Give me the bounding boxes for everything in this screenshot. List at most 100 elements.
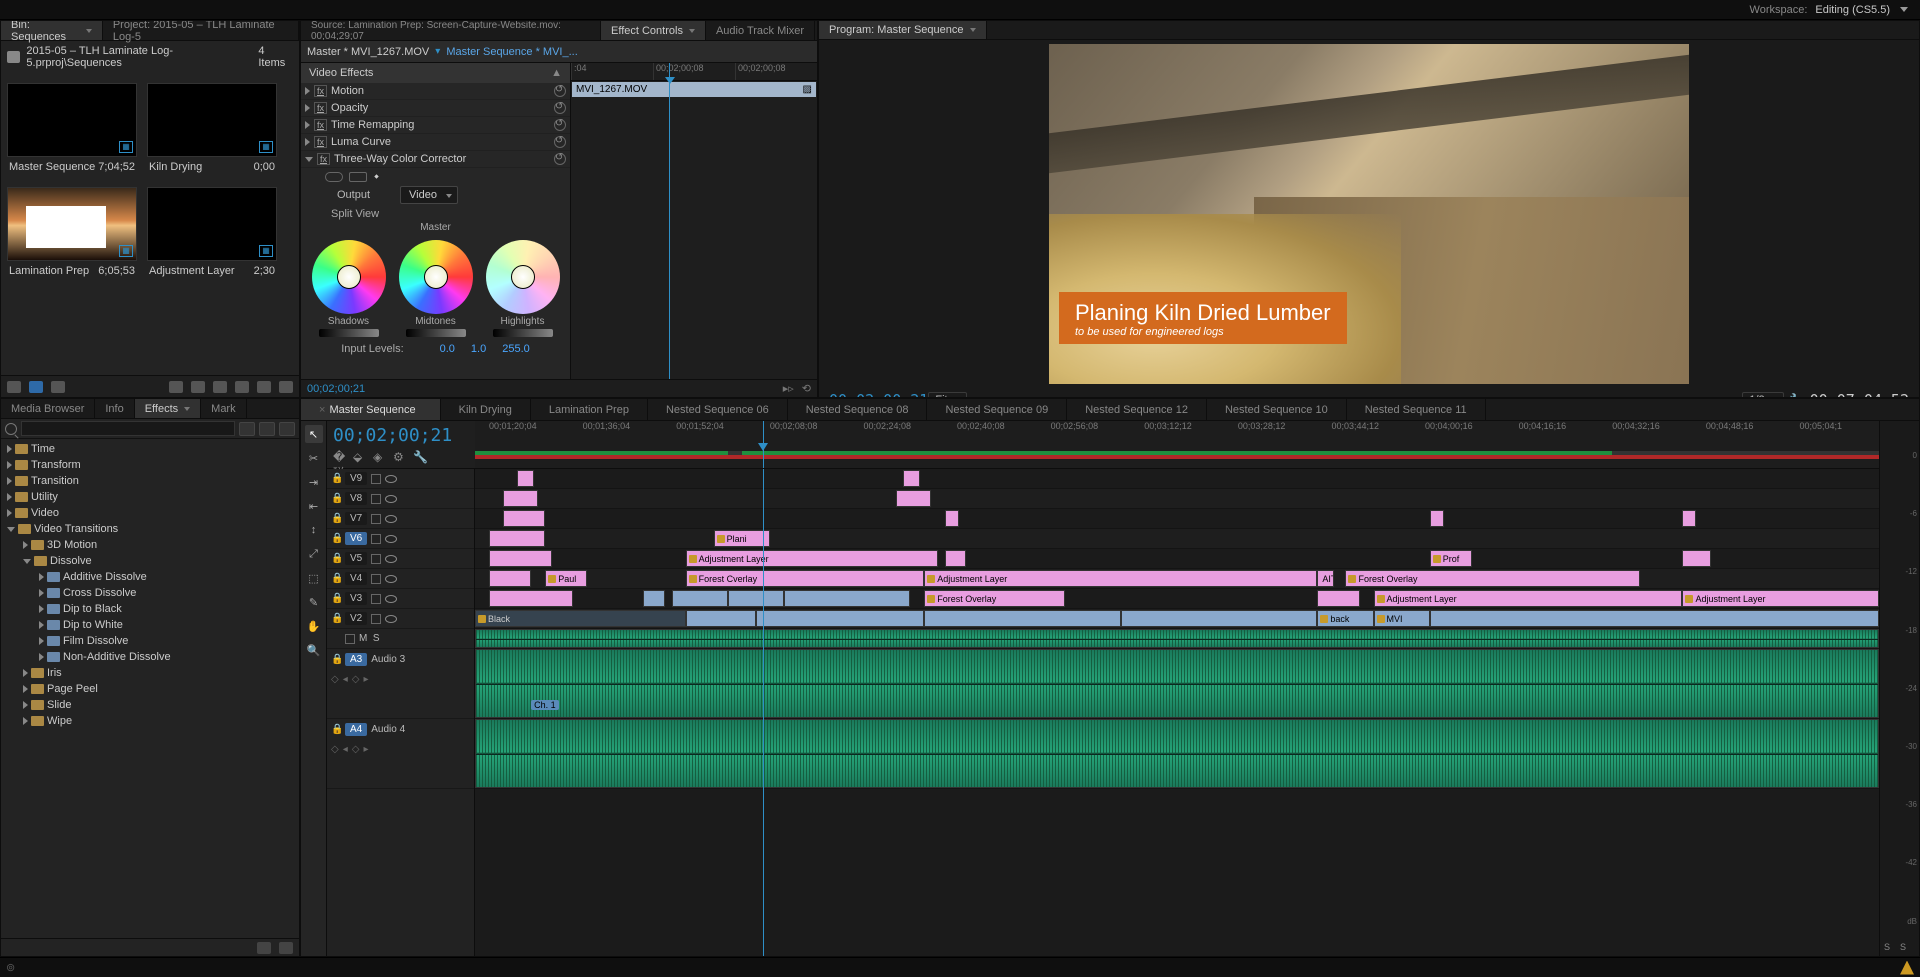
bin-name[interactable]: Adjustment Layer [149,265,235,277]
expand-icon[interactable] [7,527,15,532]
workspace-value[interactable]: Editing (CS5.5) [1815,4,1890,16]
expand-icon[interactable] [7,509,12,517]
timeline-clip[interactable]: Plani [714,530,770,547]
track-target[interactable]: V9 [345,472,367,485]
output-dropdown[interactable]: Video [400,186,458,204]
timeline-clip[interactable] [503,490,538,507]
sync-lock-icon[interactable] [371,494,381,504]
expand-icon[interactable] [23,559,31,564]
slip-tool[interactable]: ⤢ [305,545,323,563]
effects-folder[interactable]: Additive Dissolve [1,569,299,585]
midtones-wheel[interactable] [399,240,473,314]
timeline-clip[interactable] [1317,590,1359,607]
level-black[interactable]: 0.0 [440,343,455,355]
video-track-header[interactable]: 🔒 V7 [327,509,474,529]
sequence-tab[interactable]: Nested Sequence 08 [788,399,928,420]
effects-folder[interactable]: Time [1,441,299,457]
reset-icon[interactable] [554,102,566,114]
timeline-clip[interactable] [489,590,573,607]
lock-icon[interactable]: 🔒 [331,654,341,665]
timeline-playhead-line[interactable] [763,469,764,956]
ec-keyframe-area[interactable]: :0400;02;00;0800;02;00;08 MVI_1267.MOV▨ [571,63,817,379]
tab-mark[interactable]: Mark [201,399,246,418]
effect-name[interactable]: Luma Curve [331,136,550,148]
collapse-icon[interactable]: ▲ [551,67,562,79]
timeline-clip[interactable]: back [1317,610,1373,627]
expand-icon[interactable] [39,653,44,661]
slide-tool[interactable]: ⬚ [305,569,323,587]
expand-icon[interactable] [39,589,44,597]
sequence-tab[interactable]: Nested Sequence 10 [1207,399,1347,420]
sequence-tab[interactable]: Nested Sequence 11 [1347,399,1486,420]
effect-name[interactable]: Motion [331,85,550,97]
eye-icon[interactable] [385,575,397,583]
audio-lane[interactable]: Ch. 1 [475,649,1879,719]
expand-icon[interactable] [305,87,310,95]
timeline-clip[interactable] [728,590,784,607]
tab-effects[interactable]: Effects [135,399,201,418]
chevron-down-icon[interactable] [184,407,190,411]
shadows-slider[interactable] [319,329,379,337]
tab-effect-controls[interactable]: Effect Controls [601,21,706,40]
effects-folder[interactable]: Slide [1,697,299,713]
marker-icon[interactable]: ◈ [373,450,387,464]
audio-lane[interactable] [475,719,1879,789]
sequence-tab[interactable]: ×Master Sequence [301,399,441,420]
sync-lock-icon[interactable] [371,514,381,524]
fx-badge-icon[interactable] [279,422,295,436]
video-track-header[interactable]: 🔒 V5 [327,549,474,569]
effects-folder[interactable]: Video [1,505,299,521]
pen-tool[interactable]: ✎ [305,593,323,611]
timeline-clip[interactable]: Adjustment Layer [1374,590,1683,607]
highlights-slider[interactable] [493,329,553,337]
timeline-clip[interactable]: Prof [1430,550,1472,567]
expand-icon[interactable] [23,541,28,549]
timeline-clip[interactable] [686,610,756,627]
timeline-clip[interactable]: Forest Overlay [1345,570,1640,587]
timeline-clip[interactable] [489,530,545,547]
lock-icon[interactable]: 🔒 [331,473,341,484]
video-lane[interactable]: Forest OverlayAdjustment LayerAdjustment… [475,589,1879,609]
lock-icon[interactable]: 🔒 [331,493,341,504]
bin-thumbnail[interactable]: ▦ [7,83,137,157]
keyframe-prev-icon[interactable]: ◇ [331,744,339,755]
sync-lock-icon[interactable] [371,474,381,484]
timeline-clip[interactable] [1121,610,1318,627]
icon-view-icon[interactable] [29,381,43,393]
lock-icon[interactable]: 🔒 [331,513,341,524]
bin-name[interactable]: Kiln Drying [149,161,202,173]
timeline-ruler[interactable]: 00;01;20;0400;01;36;0400;01;52;0400;02;0… [475,421,1879,468]
sequence-tab[interactable]: Nested Sequence 12 [1067,399,1207,420]
fx-badge-icon[interactable]: fx [314,102,327,114]
timeline-clip[interactable]: Adjustment Layer [924,570,1317,587]
sequence-tab[interactable]: Nested Sequence 06 [648,399,788,420]
track-target[interactable]: V3 [345,592,367,605]
effects-folder[interactable]: Video Transitions [1,521,299,537]
expand-icon[interactable] [7,493,12,501]
timeline-clip[interactable]: Paul [545,570,587,587]
tab-media-browser[interactable]: Media Browser [1,399,95,418]
timeline-clip[interactable] [489,570,531,587]
expand-icon[interactable] [305,121,310,129]
timeline-clip[interactable] [475,649,1879,718]
ec-clip-bar[interactable]: MVI_1267.MOV▨ [572,82,816,97]
tab-source[interactable]: Source: Lamination Prep: Screen-Capture-… [301,21,601,40]
workspace-dropdown-icon[interactable] [1900,7,1908,12]
audio-lane[interactable] [475,629,1879,649]
reset-icon[interactable] [554,153,566,165]
audio-track-header[interactable]: 🔒 A4 Audio 4 ◇◂◇▸ [327,719,474,789]
ripple-tool[interactable]: ✂ [305,449,323,467]
effects-folder[interactable]: Page Peel [1,681,299,697]
timeline-clip[interactable]: Forest Cverlay [686,570,925,587]
reset-icon[interactable] [554,119,566,131]
highlights-wheel[interactable] [486,240,560,314]
video-lane[interactable]: Plani [475,529,1879,549]
video-track-header[interactable]: 🔒 V3 [327,589,474,609]
trash-icon[interactable] [279,381,293,393]
toggle-icon[interactable]: ▸▹ [783,382,794,395]
mute-icon[interactable] [345,634,355,644]
timeline-clip[interactable] [784,590,910,607]
keyframe-prev-icon[interactable]: ◇ [331,674,339,685]
expand-icon[interactable] [39,621,44,629]
eye-icon[interactable] [385,495,397,503]
